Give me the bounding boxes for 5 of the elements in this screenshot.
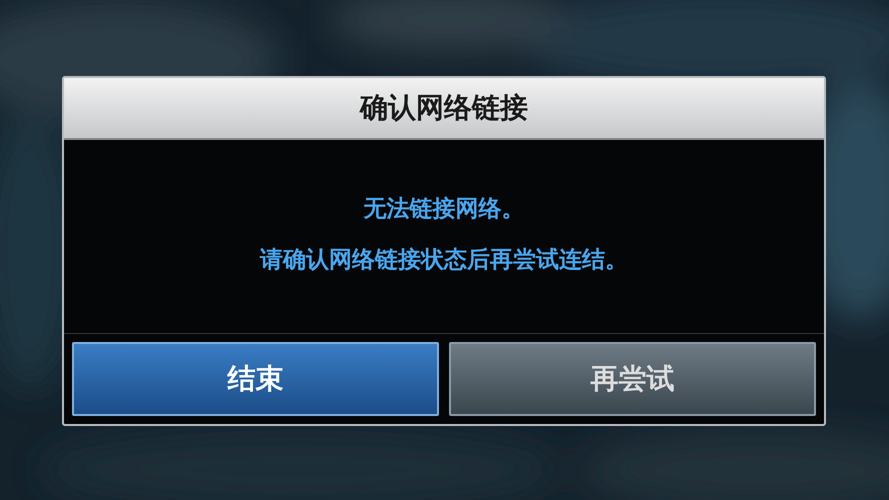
message-text: 请确认网络链接状态后再尝试连结。 [260,246,628,274]
dialog-title: 确认网络链接 [64,78,824,140]
message-text: 无法链接网络。 [364,194,524,224]
dialog-button[interactable]: 再尝试 [449,342,816,416]
dialog-button[interactable]: 结束 [72,342,439,416]
